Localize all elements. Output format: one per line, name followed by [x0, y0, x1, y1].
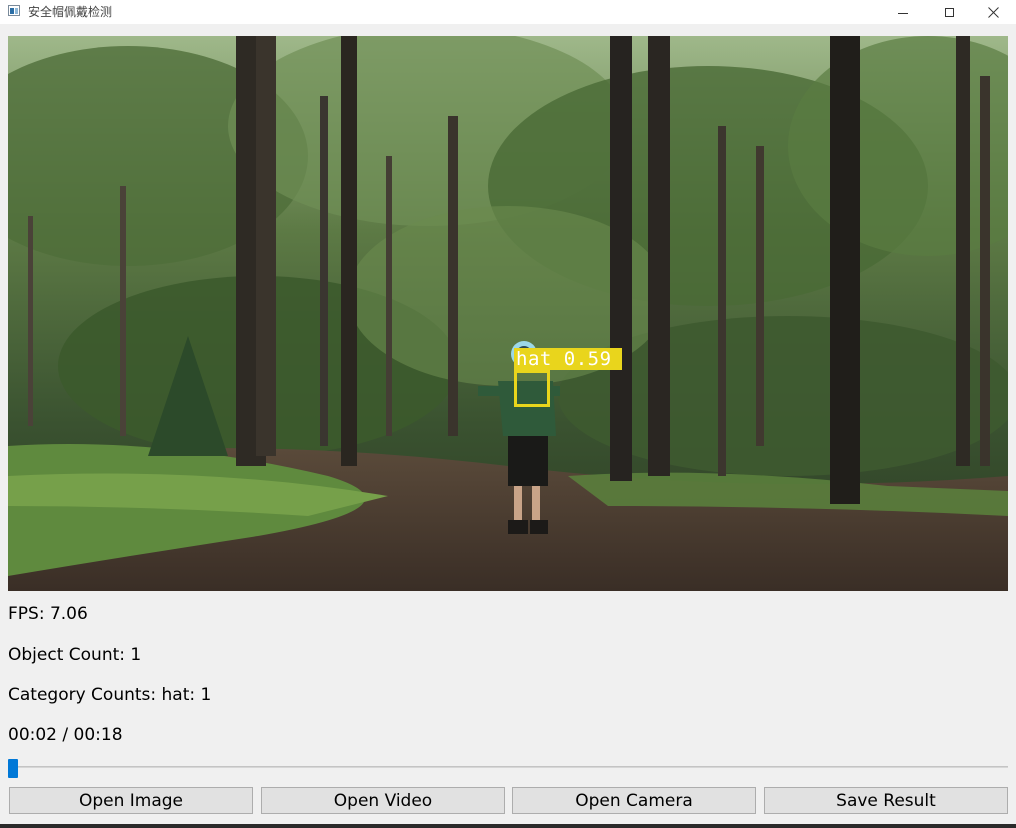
save-result-button[interactable]: Save Result [764, 787, 1008, 814]
app-window: 安全帽佩戴检测 hat 0.59 FPS: 7.06 Object Count:… [0, 0, 1016, 828]
video-display: hat 0.59 [8, 36, 1008, 591]
video-frame [8, 36, 1008, 591]
detection-label: hat 0.59 [514, 348, 622, 370]
window-title: 安全帽佩戴检测 [28, 5, 113, 19]
open-image-button[interactable]: Open Image [9, 787, 253, 814]
maximize-icon [944, 7, 954, 17]
close-button[interactable] [970, 0, 1016, 24]
minimize-button[interactable] [880, 0, 926, 24]
slider-groove [8, 766, 1008, 768]
title-bar: 安全帽佩戴检测 [0, 0, 1016, 24]
open-camera-button[interactable]: Open Camera [512, 787, 756, 814]
category-counts-label: Category Counts: hat: 1 [8, 685, 212, 705]
minimize-icon [898, 11, 908, 14]
object-count-label: Object Count: 1 [8, 645, 142, 665]
app-window-icon [8, 5, 20, 16]
open-video-button[interactable]: Open Video [261, 787, 505, 814]
maximize-button[interactable] [926, 0, 972, 24]
detection-box [514, 370, 550, 407]
video-progress-slider[interactable] [8, 758, 1008, 778]
fps-label: FPS: 7.06 [8, 604, 88, 624]
playback-time-label: 00:02 / 00:18 [8, 725, 123, 745]
close-icon [987, 3, 999, 22]
taskbar-edge [0, 824, 1016, 828]
slider-handle[interactable] [8, 759, 18, 778]
